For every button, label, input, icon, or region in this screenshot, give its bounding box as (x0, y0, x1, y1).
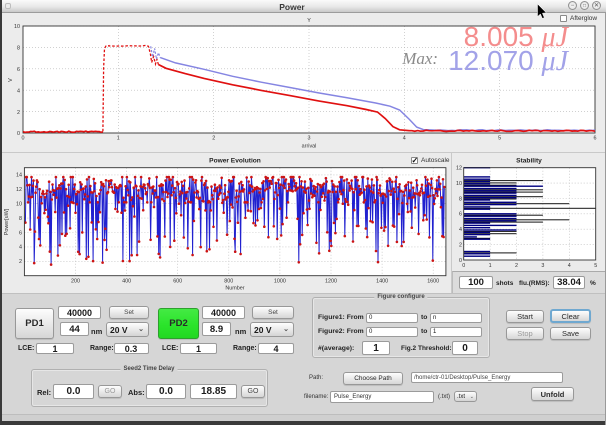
svg-text:6: 6 (459, 212, 462, 218)
svg-text:0: 0 (17, 131, 20, 137)
svg-text:4: 4 (403, 136, 406, 142)
svg-text:5: 5 (594, 263, 597, 269)
svg-text:14: 14 (16, 173, 22, 179)
svg-text:Power[uW]: Power[uW] (4, 208, 10, 235)
svg-text:5: 5 (498, 136, 501, 142)
svg-text:1600: 1600 (427, 279, 439, 285)
svg-text:1: 1 (489, 263, 492, 269)
svg-text:1: 1 (117, 136, 120, 142)
svg-text:Power Evolution: Power Evolution (209, 158, 261, 165)
svg-text:12: 12 (456, 166, 462, 172)
svg-text:Number: Number (225, 286, 244, 292)
svg-text:2: 2 (17, 110, 20, 116)
svg-text:6: 6 (19, 230, 22, 236)
svg-text:8: 8 (19, 216, 22, 222)
svg-text:10: 10 (16, 202, 22, 208)
svg-text:Stability: Stability (516, 158, 542, 165)
svg-text:4: 4 (17, 88, 20, 94)
svg-text:10: 10 (456, 181, 462, 187)
svg-text:2: 2 (19, 259, 22, 265)
svg-text:1400: 1400 (376, 279, 388, 285)
svg-text:2: 2 (515, 263, 518, 269)
svg-text:4: 4 (459, 227, 462, 233)
svg-text:0: 0 (22, 136, 25, 142)
svg-text:4: 4 (19, 245, 22, 251)
svg-text:1200: 1200 (325, 279, 337, 285)
svg-text:400: 400 (122, 279, 131, 285)
svg-text:arrival: arrival (302, 144, 317, 150)
svg-text:0: 0 (462, 263, 465, 269)
svg-text:3: 3 (308, 136, 311, 142)
svg-text:3: 3 (541, 263, 544, 269)
svg-text:0: 0 (459, 258, 462, 264)
svg-text:1000: 1000 (274, 279, 286, 285)
svg-text:800: 800 (224, 279, 233, 285)
svg-text:2: 2 (212, 136, 215, 142)
svg-text:4: 4 (568, 263, 571, 269)
svg-text:600: 600 (173, 279, 182, 285)
svg-text:8: 8 (459, 196, 462, 202)
svg-text:200: 200 (71, 279, 80, 285)
svg-text:12: 12 (16, 187, 22, 193)
svg-text:V: V (8, 78, 14, 82)
svg-text:2: 2 (459, 242, 462, 248)
svg-text:6: 6 (594, 136, 597, 142)
